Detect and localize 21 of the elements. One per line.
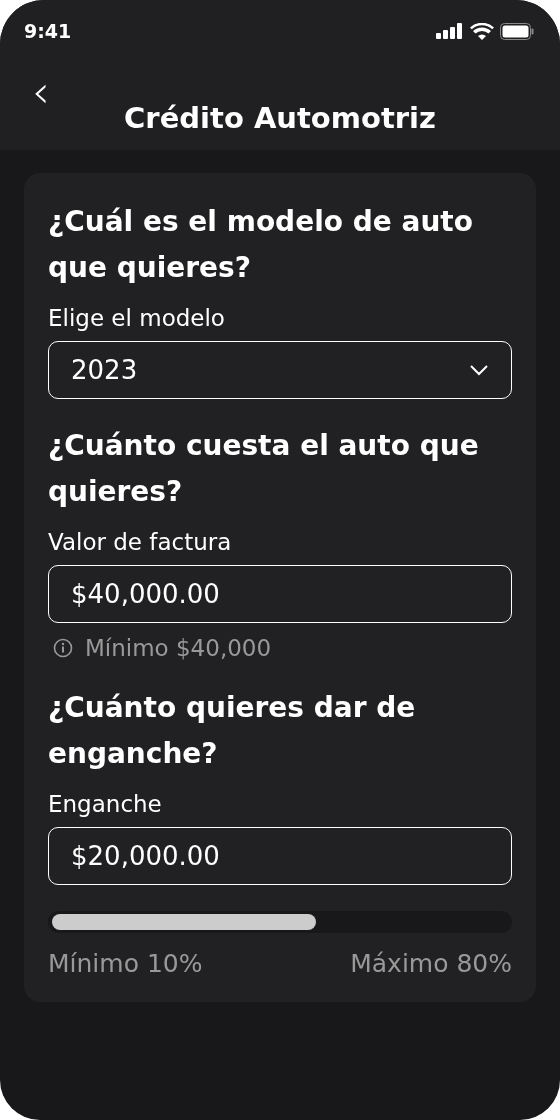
question-heading: ¿Cuánto quieres dar de enganche?: [48, 690, 417, 772]
question-heading: ¿Cuál es el modelo de auto que quieres?: [48, 204, 474, 286]
screen-title: Crédito Automotriz: [124, 101, 436, 135]
input-field[interactable]: $20,000.00: [48, 827, 512, 885]
minimum-label: Mínimo 10%: [48, 949, 203, 978]
status-time: 9:41: [24, 20, 72, 42]
model-dropdown[interactable]: 2023: [48, 341, 512, 399]
hint-text: Mínimo $40,000: [85, 635, 272, 661]
maximum-label: Máximo 80%: [350, 949, 512, 978]
field-label: Valor de factura: [48, 529, 233, 555]
field-label: Elige el modelo: [48, 305, 226, 331]
question-heading: ¿Cuánto cuesta el auto que quieres?: [48, 428, 480, 510]
input-field[interactable]: $40,000.00: [48, 565, 512, 623]
slider-track[interactable]: [48, 911, 512, 933]
wifi-icon: [470, 22, 494, 40]
battery-icon: [500, 22, 534, 40]
signal-icon: [436, 23, 464, 39]
field-label: Enganche: [48, 791, 163, 817]
chevron-down-icon: [469, 364, 489, 376]
back-button[interactable]: ‹: [26, 70, 56, 114]
info-icon: [53, 638, 73, 658]
